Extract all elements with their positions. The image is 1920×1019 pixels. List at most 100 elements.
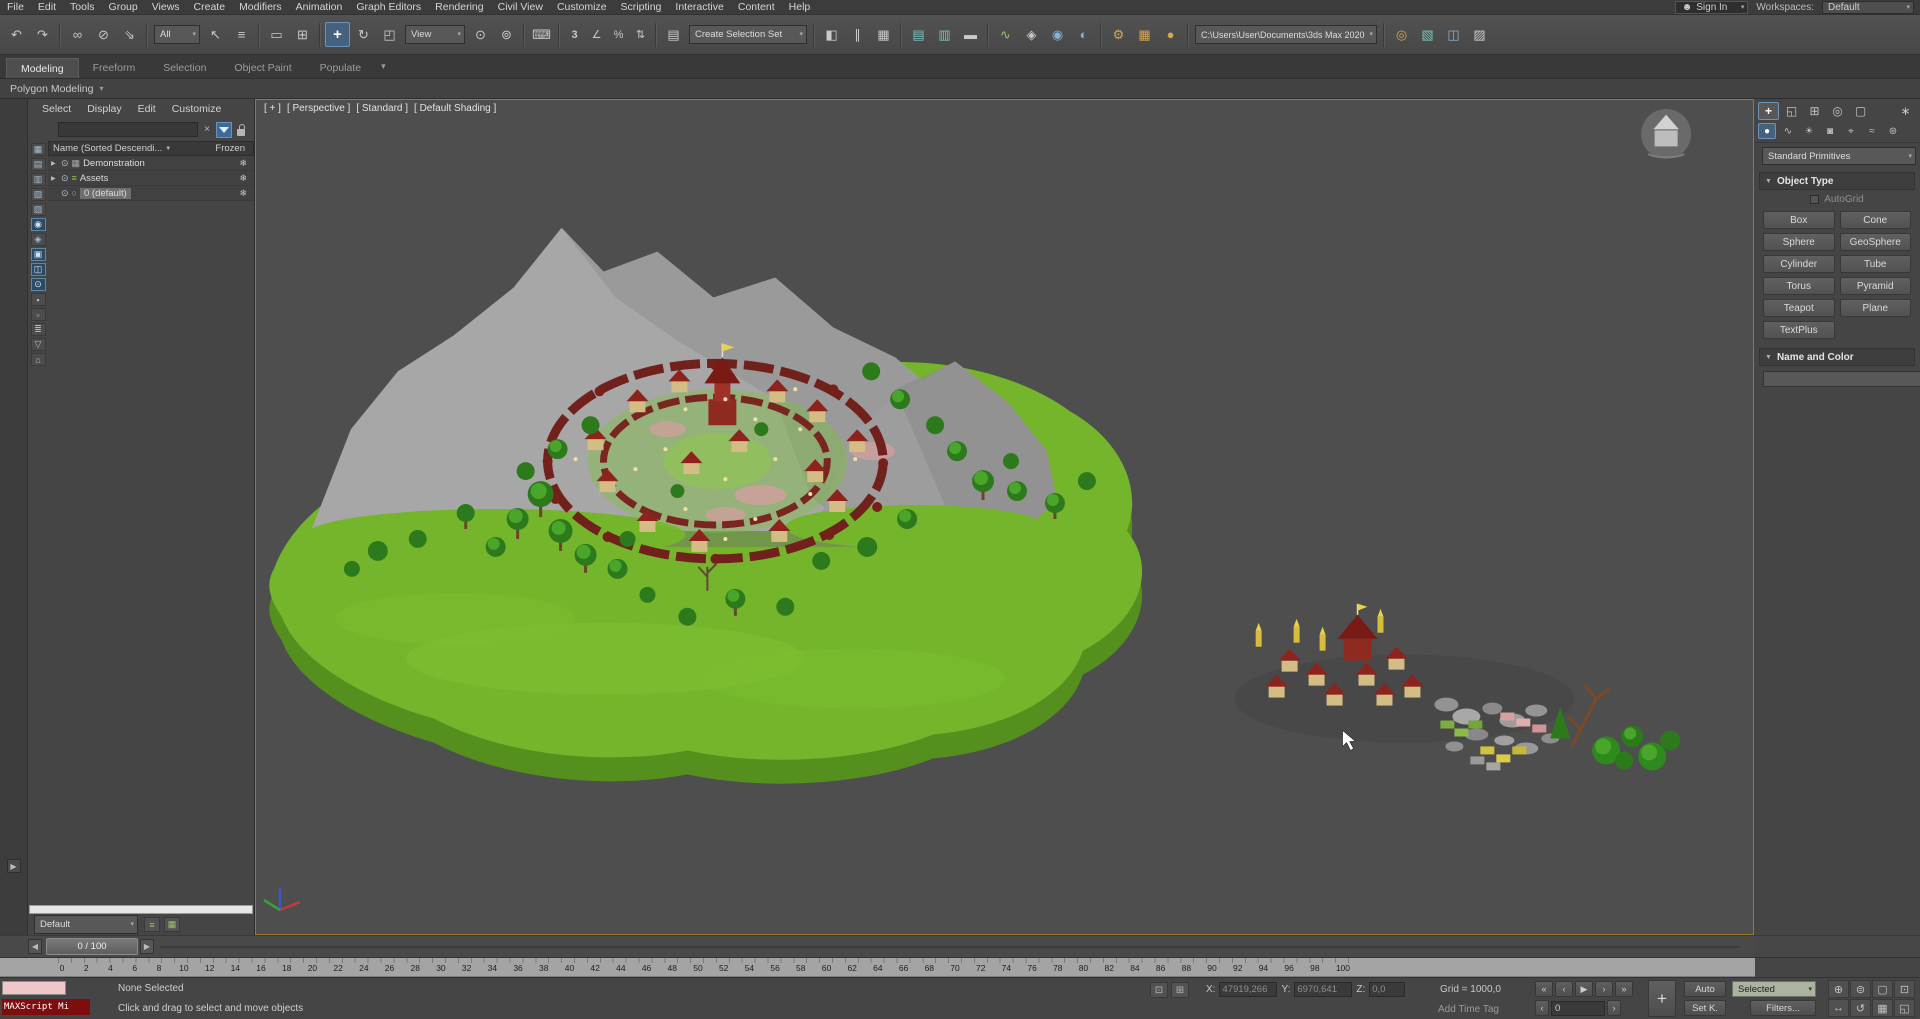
frozen-snowflake-icon[interactable]: ❄	[239, 173, 251, 184]
shapes-cat-icon[interactable]	[1779, 123, 1797, 139]
go-start-button[interactable]	[1535, 981, 1553, 997]
rail-icon[interactable]: ≣	[30, 323, 46, 336]
move-tool-icon[interactable]	[325, 22, 350, 47]
curve-editor-icon[interactable]	[993, 22, 1018, 47]
menu-item[interactable]: Scripting	[614, 1, 669, 13]
maxscript-mini-listener[interactable]: MAXScript Mi	[2, 999, 90, 1015]
create-tab-icon[interactable]	[1758, 102, 1779, 120]
timeline-tick[interactable]: 76	[1027, 963, 1036, 973]
menu-item[interactable]: File	[0, 1, 31, 13]
align-icon[interactable]	[845, 22, 870, 47]
mirror-icon[interactable]	[819, 22, 844, 47]
filter-funnel-icon[interactable]	[216, 121, 233, 138]
hierarchy-mode-icon[interactable]: ▦	[164, 917, 180, 932]
rail-icon[interactable]: ⊙	[30, 278, 46, 291]
hierarchy-tab-icon[interactable]	[1804, 102, 1825, 120]
tab-selection[interactable]: Selection	[149, 58, 220, 78]
frozen-snowflake-icon[interactable]: ❄	[239, 158, 251, 169]
keyboard-override-icon[interactable]	[529, 22, 554, 47]
timeline-tick[interactable]: 16	[256, 963, 265, 973]
tab-object-paint[interactable]: Object Paint	[220, 58, 305, 78]
redo-icon[interactable]	[30, 22, 55, 47]
eye-icon[interactable]: ⊙	[61, 188, 69, 199]
geometry-cat-icon[interactable]	[1758, 123, 1776, 139]
timeline-tick[interactable]: 10	[179, 963, 188, 973]
selection-set-dropdown[interactable]: Create Selection Set	[689, 25, 807, 44]
timeline-tick[interactable]: 26	[385, 963, 394, 973]
prev-frame-button[interactable]	[1555, 981, 1573, 997]
rail-icon[interactable]: ▪	[30, 293, 46, 306]
rail-icon[interactable]: ◈	[30, 233, 46, 246]
timeline-tick[interactable]: 8	[155, 963, 163, 973]
percent-snap-icon[interactable]	[608, 22, 629, 47]
select-by-name-icon[interactable]	[229, 22, 254, 47]
named-sets-icon[interactable]	[661, 22, 686, 47]
spacewarps-cat-icon[interactable]	[1863, 123, 1881, 139]
select-object-icon[interactable]	[203, 22, 228, 47]
link-icon[interactable]	[65, 22, 90, 47]
asset-tracking-icon[interactable]	[1441, 22, 1466, 47]
helpers-cat-icon[interactable]	[1842, 123, 1860, 139]
angle-snap-icon[interactable]	[586, 22, 607, 47]
layer-manager-icon[interactable]	[871, 22, 896, 47]
tab-freeform[interactable]: Freeform	[79, 58, 150, 78]
add-time-tag[interactable]: Add Time Tag	[1438, 1004, 1499, 1015]
explorer-menu-item[interactable]: Edit	[130, 103, 164, 115]
timeline-tick[interactable]: 2	[82, 963, 90, 973]
spinner-snap-icon[interactable]	[630, 22, 651, 47]
timeline-tick[interactable]: 72	[976, 963, 985, 973]
primitive-button[interactable]: Box	[1763, 211, 1835, 229]
menu-item[interactable]: Rendering	[428, 1, 490, 13]
auto-key-button[interactable]: Auto	[1684, 981, 1726, 997]
timeline-tick[interactable]: 56	[770, 963, 779, 973]
zoom-all-icon[interactable]	[1850, 980, 1871, 998]
menu-item[interactable]: Content	[731, 1, 782, 13]
ribbon-panel-strip[interactable]: Polygon Modeling ▾	[0, 79, 1920, 99]
time-slider-handle[interactable]: 0 / 100	[46, 938, 138, 955]
expand-panel-button[interactable]: ▶	[6, 859, 21, 873]
display-tab-icon[interactable]	[1850, 102, 1871, 120]
more-tools-icon[interactable]	[1467, 22, 1492, 47]
menu-item[interactable]: Interactive	[668, 1, 730, 13]
explorer-menu-item[interactable]: Select	[34, 103, 79, 115]
primitive-button[interactable]: GeoSphere	[1839, 233, 1911, 251]
play-button[interactable]	[1575, 981, 1593, 997]
utilities-tab-icon[interactable]	[1895, 102, 1916, 120]
explorer-preset-dropdown[interactable]: Default	[34, 915, 138, 934]
rail-icon[interactable]: ▽	[30, 338, 46, 351]
layer-mode-icon[interactable]: ≡	[144, 917, 160, 932]
primitive-button[interactable]: TextPlus	[1763, 321, 1835, 339]
scene-explorer-toggle-icon[interactable]	[906, 22, 931, 47]
menu-item[interactable]: Group	[102, 1, 145, 13]
timeline-tick[interactable]: 18	[282, 963, 291, 973]
menu-item[interactable]: Animation	[289, 1, 350, 13]
key-filter-selected-dropdown[interactable]: Selected	[1732, 981, 1816, 997]
rail-icon[interactable]: ▧	[30, 188, 46, 201]
frozen-column-header[interactable]: Frozen	[215, 143, 249, 154]
rect-region-icon[interactable]	[264, 22, 289, 47]
undo-icon[interactable]	[4, 22, 29, 47]
timeline-tick[interactable]: 38	[539, 963, 548, 973]
primitive-button[interactable]: Sphere	[1763, 233, 1835, 251]
timeline-tick[interactable]: 92	[1233, 963, 1242, 973]
viewport-shading-menu[interactable]: [ Default Shading ]	[414, 103, 496, 114]
clear-search-icon[interactable]: ×	[201, 123, 213, 137]
timeline-tick[interactable]: 24	[359, 963, 368, 973]
timeline-tick[interactable]: 44	[616, 963, 625, 973]
timeline-tick[interactable]: 0	[58, 963, 66, 973]
timeline-tick[interactable]: 100	[1336, 963, 1350, 973]
timeline-tick[interactable]: 80	[1079, 963, 1088, 973]
slider-left-arrow[interactable]: ◀	[28, 939, 42, 954]
rail-icon[interactable]: ◉	[30, 218, 46, 231]
current-frame-field[interactable]	[1551, 1000, 1605, 1016]
render-setup-icon[interactable]	[1106, 22, 1131, 47]
timeline-tick[interactable]: 34	[488, 963, 497, 973]
rotate-tool-icon[interactable]	[351, 22, 376, 47]
primitive-button[interactable]: Cylinder	[1763, 255, 1835, 273]
manipulate-icon[interactable]	[494, 22, 519, 47]
ribbon-config-icon[interactable]: ▾	[381, 61, 386, 72]
workspaces-select[interactable]: Default ▾	[1822, 0, 1914, 14]
window-crossing-icon[interactable]	[290, 22, 315, 47]
ribbon-toggle-icon[interactable]	[958, 22, 983, 47]
timeline-tick[interactable]: 22	[333, 963, 342, 973]
